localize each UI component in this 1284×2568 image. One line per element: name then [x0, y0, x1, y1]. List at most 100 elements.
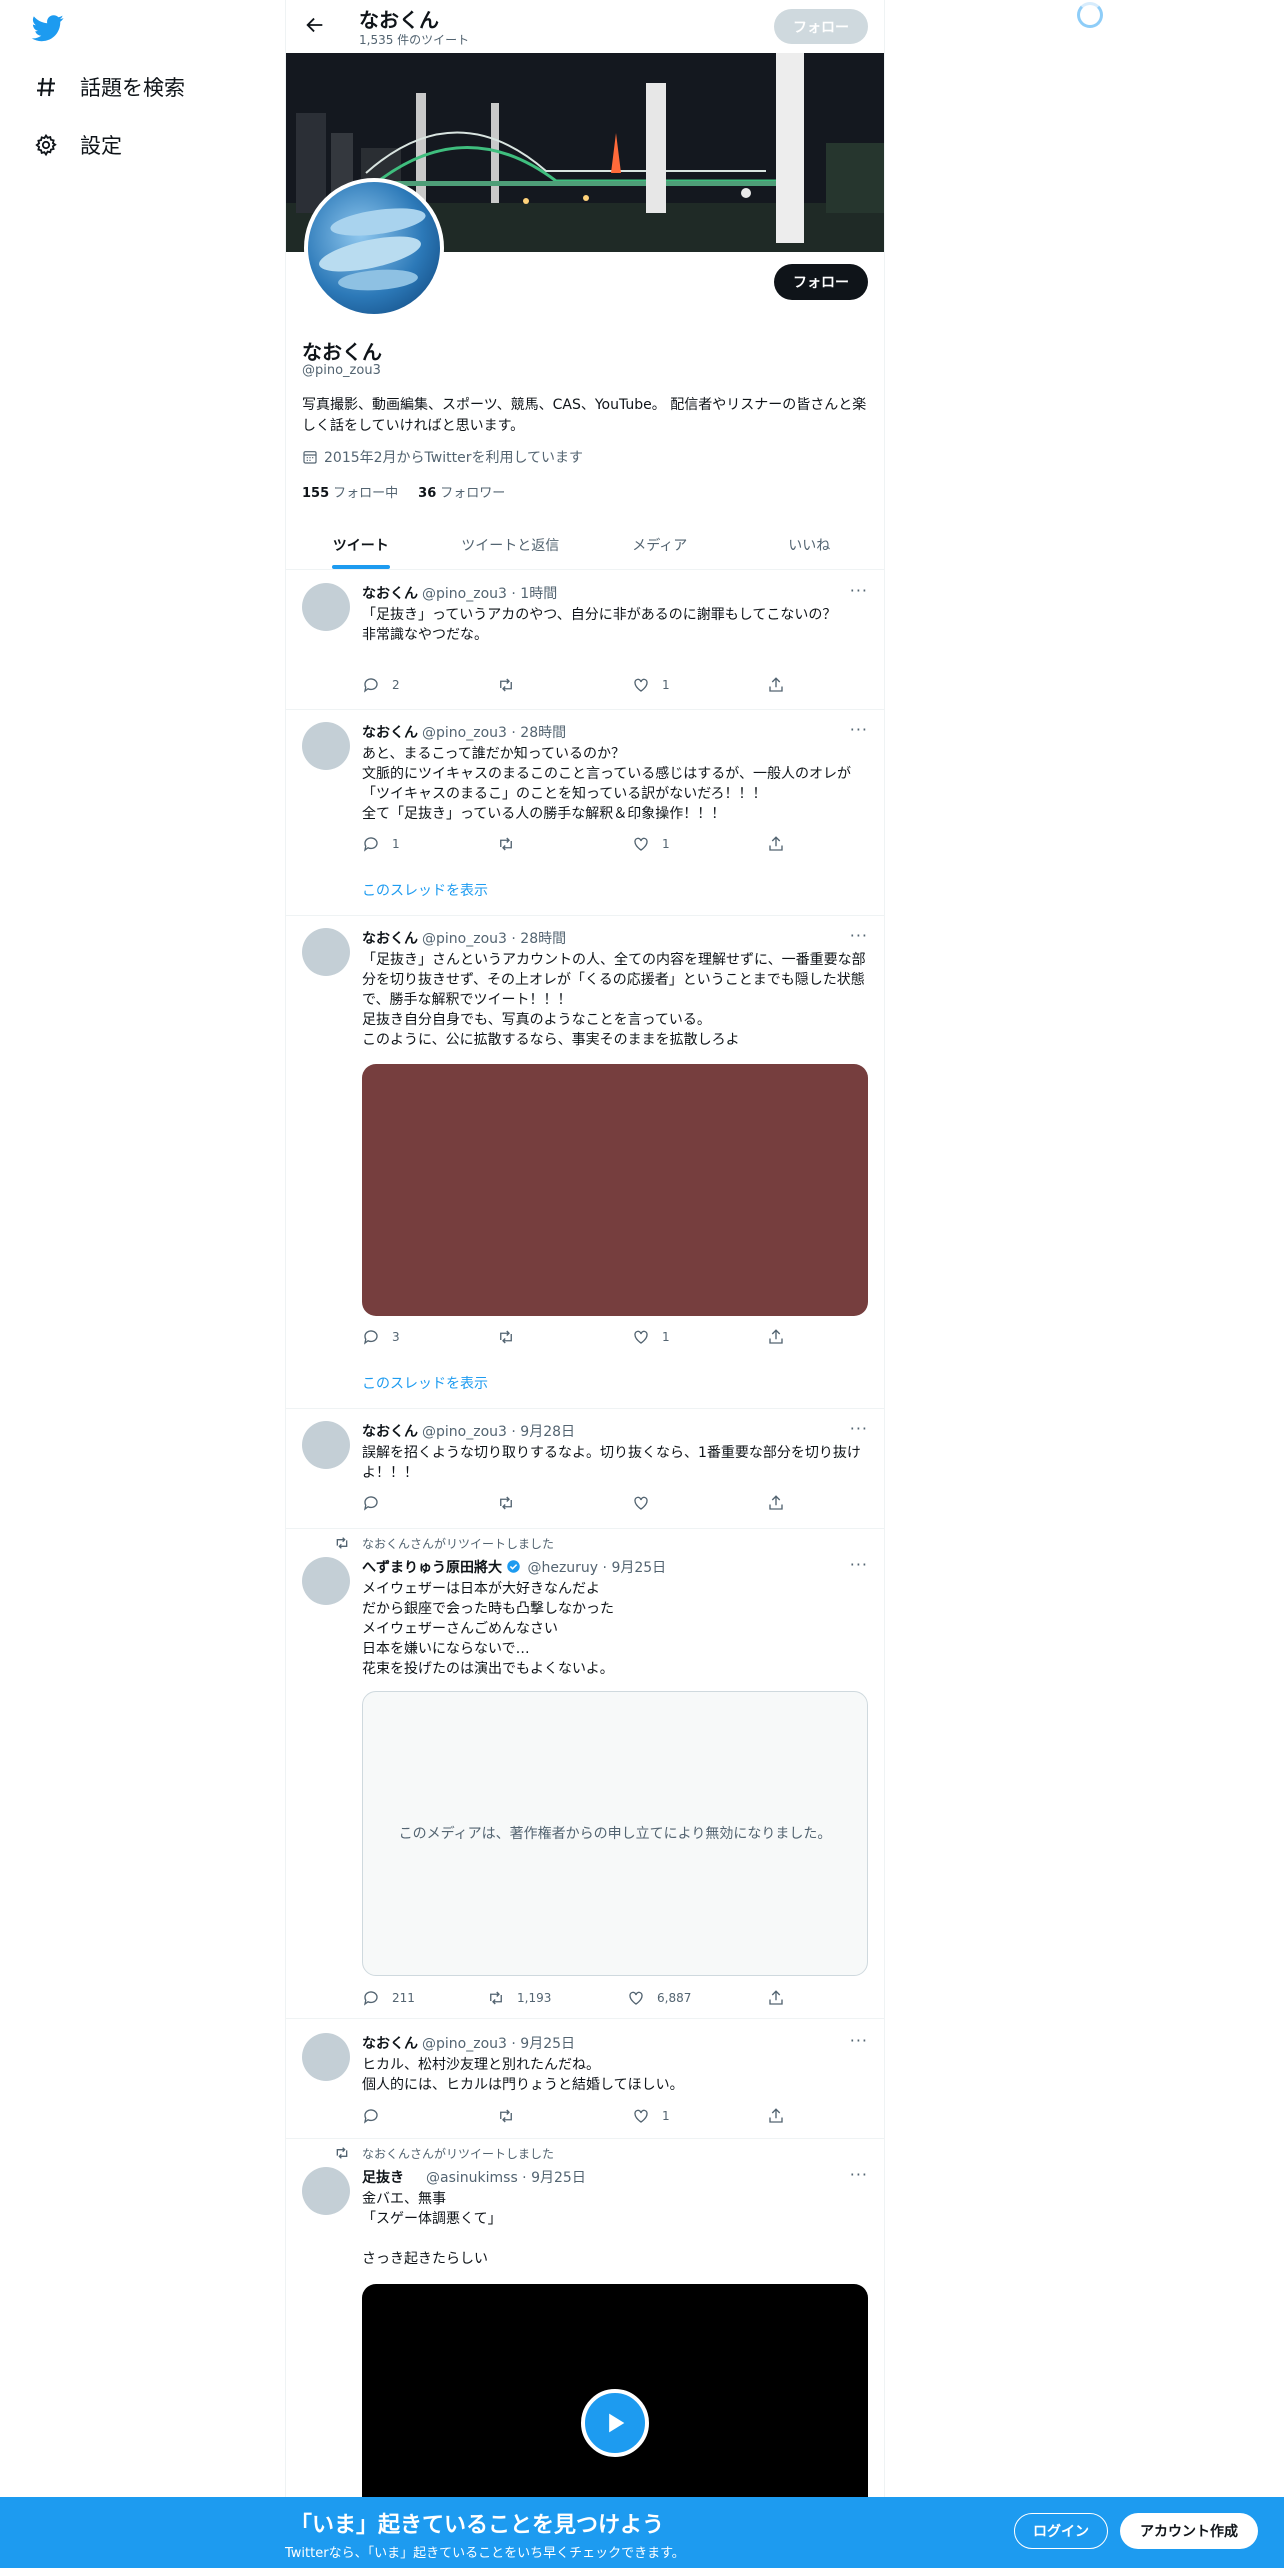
avatar[interactable] [302, 583, 350, 631]
more-icon[interactable]: ··· [850, 1419, 868, 1438]
retweet-button[interactable] [497, 835, 527, 853]
tweet[interactable]: なおくんさんがリツイートしました へずまりゅう原田將大 @hezuruy · 9… [286, 1529, 884, 2019]
like-button[interactable]: 1 [632, 835, 670, 853]
share-button[interactable] [767, 2107, 785, 2125]
show-thread-link[interactable]: このスレッドを表示 [362, 1373, 488, 1393]
reply-button[interactable] [362, 2107, 392, 2125]
tweet-time[interactable]: 28時間 [520, 931, 566, 947]
following-link[interactable]: 155 フォロー中 [302, 482, 398, 501]
tweet-author-name[interactable]: へずまりゅう原田將大 [362, 1560, 502, 1576]
retweet-button[interactable] [497, 676, 527, 694]
tweet-author-name[interactable]: なおくん [362, 1424, 418, 1440]
loading-spinner-icon [1077, 2, 1103, 28]
share-icon [769, 1990, 783, 2005]
retweet-button[interactable] [497, 1494, 527, 1512]
retweeted-by-label[interactable]: なおくんさんがリツイートしました [362, 1535, 554, 1552]
tweet-text: 誤解を招くような切り取りするなよ。切り抜くなら、1番重要な部分を切り抜けよ！！！ [362, 1445, 861, 1481]
retweeted-by-label[interactable]: なおくんさんがリツイートしました [362, 2145, 554, 2162]
avatar[interactable] [302, 2167, 350, 2215]
retweet-button[interactable] [497, 2107, 527, 2125]
reply-button[interactable]: 1 [362, 835, 400, 853]
reply-button[interactable]: 211 [362, 1989, 415, 2007]
avatar[interactable] [302, 722, 350, 770]
tab-tweets-and-replies[interactable]: ツイートと返信 [436, 520, 586, 569]
tweet-author-name[interactable]: なおくん [362, 2036, 418, 2052]
like-button[interactable]: 1 [632, 2107, 670, 2125]
profile-avatar[interactable] [304, 178, 444, 318]
reply-icon [363, 678, 378, 693]
avatar[interactable] [302, 1557, 350, 1605]
more-icon[interactable]: ··· [850, 720, 868, 739]
tab-media[interactable]: メディア [585, 520, 735, 569]
share-button[interactable] [767, 676, 785, 694]
tweet-header: なおくん @pino_zou3 · 28時間 [362, 725, 567, 741]
nav-explore[interactable]: 話題を検索 [34, 72, 185, 102]
tweet-handle[interactable]: @hezuruy [527, 1560, 598, 1576]
more-icon[interactable]: ··· [850, 2031, 868, 2050]
retweet-button[interactable]: 1,193 [487, 1989, 551, 2007]
tweet-image[interactable] [362, 1064, 868, 1316]
header-follow-button[interactable]: フォロー [774, 9, 868, 44]
tweet-author-name[interactable]: なおくん [362, 931, 418, 947]
tweet[interactable]: なおくん @pino_zou3 · 28時間 ··· あと、まるこって誰だか知って… [286, 710, 884, 916]
share-button[interactable] [767, 1989, 785, 2007]
tweet[interactable]: なおくん @pino_zou3 · 9月28日 ··· 誤解を招くような切り取りす… [286, 1409, 884, 1529]
nav-settings[interactable]: 設定 [34, 130, 122, 160]
twitter-logo-icon[interactable] [30, 12, 66, 44]
more-icon[interactable]: ··· [850, 926, 868, 945]
login-button[interactable]: ログイン [1014, 2513, 1108, 2549]
more-icon[interactable]: ··· [850, 1555, 868, 1574]
tweet-author-name[interactable]: なおくん [362, 586, 418, 602]
tweet-handle[interactable]: @pino_zou3 [422, 725, 507, 741]
avatar[interactable] [302, 928, 350, 976]
tab-likes[interactable]: いいね [735, 520, 885, 569]
followers-link[interactable]: 36 フォロワー [418, 482, 505, 501]
tweet-header: へずまりゅう原田將大 @hezuruy · 9月25日 [362, 1560, 667, 1576]
profile-tabs: ツイート ツイートと返信 メディア いいね [286, 520, 884, 570]
more-icon[interactable]: ··· [850, 581, 868, 600]
like-button[interactable] [632, 1494, 662, 1512]
tweet-time[interactable]: 9月25日 [520, 2036, 575, 2052]
reply-button[interactable] [362, 1494, 392, 1512]
followers-count: 36 [418, 486, 437, 501]
show-thread-link[interactable]: このスレッドを表示 [362, 880, 488, 900]
like-button[interactable]: 1 [632, 1328, 670, 1346]
tweet-handle[interactable]: @asinukimss [426, 2170, 518, 2186]
like-button[interactable]: 6,887 [627, 1989, 691, 2007]
tweet[interactable]: なおくん @pino_zou3 · 9月25日 ··· ヒカル、松村沙友理と別れた… [286, 2019, 884, 2139]
play-icon[interactable] [581, 2389, 649, 2457]
tweet-actions: 1 1 [362, 835, 785, 855]
signup-button[interactable]: アカウント作成 [1120, 2513, 1258, 2549]
reply-button[interactable]: 3 [362, 1328, 400, 1346]
follow-button[interactable]: フォロー [774, 264, 868, 300]
profile-joined: 2015年2月からTwitterを利用しています [302, 447, 583, 467]
tweet-handle[interactable]: @pino_zou3 [422, 1424, 507, 1440]
like-button[interactable]: 1 [632, 676, 670, 694]
avatar[interactable] [302, 2033, 350, 2081]
tweet-handle[interactable]: @pino_zou3 [422, 586, 507, 602]
heart-icon [634, 1496, 648, 1510]
tweet-time[interactable]: 9月25日 [531, 2170, 586, 2186]
back-arrow-icon[interactable] [304, 14, 326, 36]
retweet-button[interactable] [497, 1328, 527, 1346]
tweet-header: 足抜き @asinukimss · 9月25日 [362, 2170, 586, 2186]
tweet-actions: 211 1,193 6,887 [362, 1989, 785, 2009]
tweet-handle[interactable]: @pino_zou3 [422, 2036, 507, 2052]
tweet-time[interactable]: 1時間 [520, 586, 557, 602]
share-button[interactable] [767, 1494, 785, 1512]
more-icon[interactable]: ··· [850, 2165, 868, 2184]
tweet-author-name[interactable]: なおくん [362, 725, 418, 741]
tweet[interactable]: なおくん @pino_zou3 · 28時間 ··· 「足抜き」さんというアカウン… [286, 916, 884, 1409]
avatar[interactable] [302, 1421, 350, 1469]
tweet[interactable]: なおくん @pino_zou3 · 1時間 ··· 「足抜き」っていうアカのやつ、… [286, 571, 884, 710]
tweet-handle[interactable]: @pino_zou3 [422, 931, 507, 947]
tab-tweets[interactable]: ツイート [286, 520, 436, 569]
share-button[interactable] [767, 1328, 785, 1346]
tweet-time[interactable]: 9月28日 [520, 1424, 575, 1440]
tweet-author-name[interactable]: 足抜き [362, 2170, 404, 2186]
share-button[interactable] [767, 835, 785, 853]
calendar-icon [303, 451, 317, 464]
tweet-time[interactable]: 9月25日 [611, 1560, 666, 1576]
reply-button[interactable]: 2 [362, 676, 400, 694]
tweet-time[interactable]: 28時間 [520, 725, 566, 741]
